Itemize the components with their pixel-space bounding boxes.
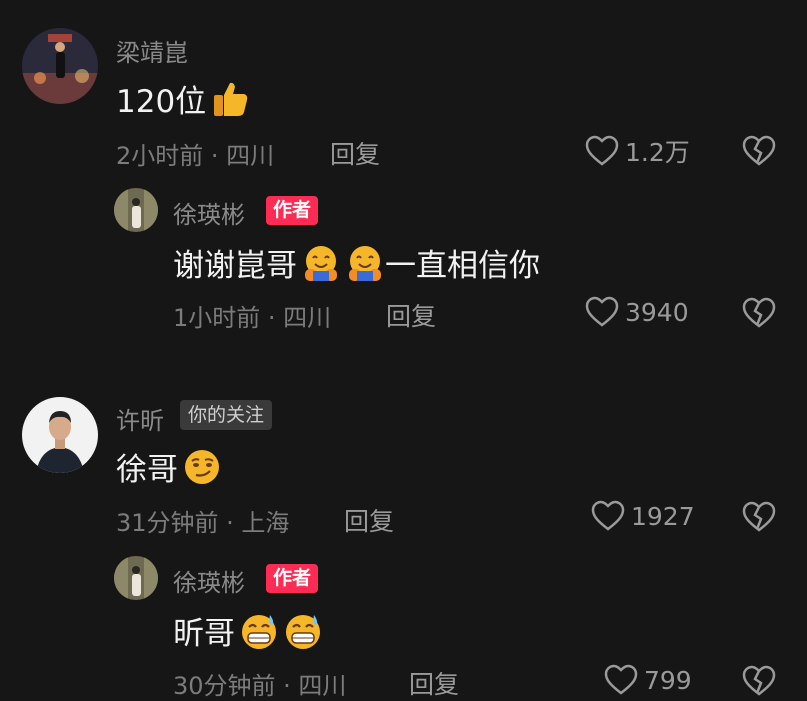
reply-button[interactable]: 回复 [344,502,394,538]
broken-heart-icon[interactable] [742,135,776,167]
avatar[interactable] [114,188,158,232]
username[interactable]: 许昕 [116,401,164,436]
username[interactable]: 徐瑛彬 [173,563,245,598]
heart-icon [604,664,638,695]
comment-text-content: 徐哥 [116,452,178,488]
comment-text-content: 120位 [116,84,207,120]
like-button[interactable]: 799 [604,664,692,696]
reply-button[interactable]: 回复 [386,297,436,333]
heart-icon [591,500,625,531]
like-count: 3940 [625,297,689,327]
avatar-image [114,556,158,600]
comment-meta: 31分钟前 · 上海 [116,509,290,537]
like-count: 1.2万 [625,138,690,167]
broken-heart-icon[interactable] [742,501,776,533]
comment-meta: 1小时前 · 四川 [173,304,332,332]
comment-text: 昕哥 [173,608,323,653]
like-button[interactable]: 1927 [591,500,695,532]
like-count: 1927 [631,501,695,531]
comment-text: 120位 [116,76,250,121]
thumbs-up-icon [214,82,248,116]
avatar[interactable] [22,28,98,104]
avatar-image [114,188,158,232]
follow-badge: 你的关注 [180,400,273,430]
hugging-face-icon [305,245,337,281]
hugging-face-icon [349,245,381,281]
grinning-sweat-face-icon [286,614,320,649]
grinning-sweat-face-icon [242,614,276,649]
comment-text-content-after: 一直相信你 [385,248,540,284]
comment-meta: 2小时前 · 四川 [116,142,275,170]
avatar-image [22,28,98,104]
username[interactable]: 梁靖崑 [116,33,188,68]
comment-meta: 30分钟前 · 四川 [173,672,347,700]
reply-button[interactable]: 回复 [409,665,459,701]
comment-text: 徐哥 [116,444,222,489]
like-button[interactable]: 3940 [585,296,689,328]
username[interactable]: 徐瑛彬 [173,195,245,230]
comment-text-content: 谢谢崑哥 [173,248,297,284]
like-count: 799 [644,665,692,695]
avatar[interactable] [114,556,158,600]
broken-heart-icon[interactable] [742,665,776,697]
avatar-image [22,397,98,473]
author-badge: 作者 [266,564,319,593]
avatar[interactable] [22,397,98,473]
comment-text-content: 昕哥 [173,616,235,652]
heart-icon [585,135,619,166]
like-button[interactable]: 1.2万 [585,133,690,169]
smirking-face-icon [185,449,219,484]
reply-button[interactable]: 回复 [330,135,380,171]
author-badge: 作者 [266,196,319,225]
heart-icon [585,296,619,327]
broken-heart-icon[interactable] [742,297,776,329]
comment-text: 谢谢崑哥 一直相信你 [173,240,540,285]
